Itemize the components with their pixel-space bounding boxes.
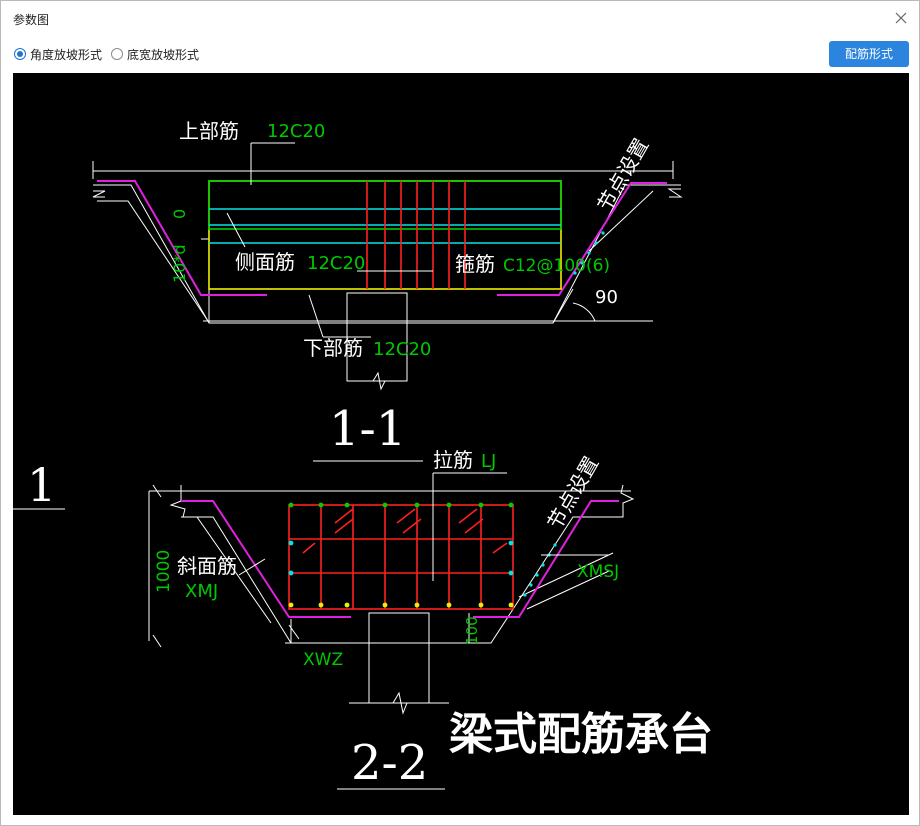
angle-value: 90 <box>595 287 618 308</box>
title-bar: 参数图 <box>1 1 919 37</box>
dim-side-value: 10*d <box>170 244 189 283</box>
height-dim-value: 1000 <box>154 550 174 593</box>
tie-bar-label: 拉筋 <box>433 448 473 472</box>
close-icon[interactable] <box>891 8 911 28</box>
options-bar: 角度放坡形式 底宽放坡形式 配筋形式 <box>1 37 919 71</box>
section-2-bar-points <box>288 502 514 608</box>
node-setting-label: 节点设置 <box>593 134 654 215</box>
xmsj-label: XMSJ <box>577 562 619 582</box>
section-1-labels: 上部筋 12C20 侧面筋 12C20 箍筋 C12@100(6) 下部筋 12… <box>170 119 654 462</box>
radio-unselected-icon <box>111 48 123 60</box>
bottom-rebar-value: 12C20 <box>373 339 431 360</box>
top-rebar-label: 上部筋 <box>179 119 239 143</box>
drawing-canvas: 上部筋 12C20 侧面筋 12C20 箍筋 C12@100(6) 下部筋 12… <box>13 73 909 815</box>
bottom-rebar-label: 下部筋 <box>303 336 363 360</box>
side-rebar-label: 侧面筋 <box>235 250 295 274</box>
radio-width-slope[interactable]: 底宽放坡形式 <box>111 46 199 62</box>
radio-selected-icon <box>14 48 26 60</box>
radio-angle-label: 角度放坡形式 <box>30 47 103 62</box>
section-2-node-dots <box>523 543 557 597</box>
slope-rebar-label: 斜面筋 <box>177 554 237 578</box>
section-2-rebar-cage <box>288 504 514 610</box>
node-setting-label-2: 节点设置 <box>543 452 604 533</box>
slope-rebar-value: XMJ <box>185 581 218 602</box>
top-rebar-value: 12C20 <box>267 121 325 142</box>
dim-top-value: 0 <box>170 209 189 219</box>
section-1-title: 1-1 <box>329 401 406 457</box>
section-marker: 1 <box>27 458 56 512</box>
cad-drawing: 上部筋 12C20 侧面筋 12C20 箍筋 C12@100(6) 下部筋 12… <box>13 119 713 791</box>
tie-bar-value: LJ <box>481 451 496 472</box>
stirrup-label: 箍筋 <box>455 252 495 276</box>
dim-100-value: 100 <box>463 616 481 645</box>
drawing-caption: 梁式配筋承台 <box>449 709 713 760</box>
side-rebar-value: 12C20 <box>307 253 365 274</box>
dialog-title: 参数图 <box>13 13 50 27</box>
radio-width-label: 底宽放坡形式 <box>127 47 200 62</box>
section-1-leaders <box>226 142 433 338</box>
xwz-label: XWZ <box>303 650 343 670</box>
rebar-form-button[interactable]: 配筋形式 <box>829 41 909 67</box>
stirrup-value: C12@100(6) <box>503 256 610 276</box>
radio-angle-slope[interactable]: 角度放坡形式 <box>14 46 102 62</box>
parameter-dialog: 参数图 角度放坡形式 底宽放坡形式 配筋形式 上部筋 12C20 侧面筋 12C… <box>0 0 920 826</box>
section-2-title: 2-2 <box>351 735 428 791</box>
